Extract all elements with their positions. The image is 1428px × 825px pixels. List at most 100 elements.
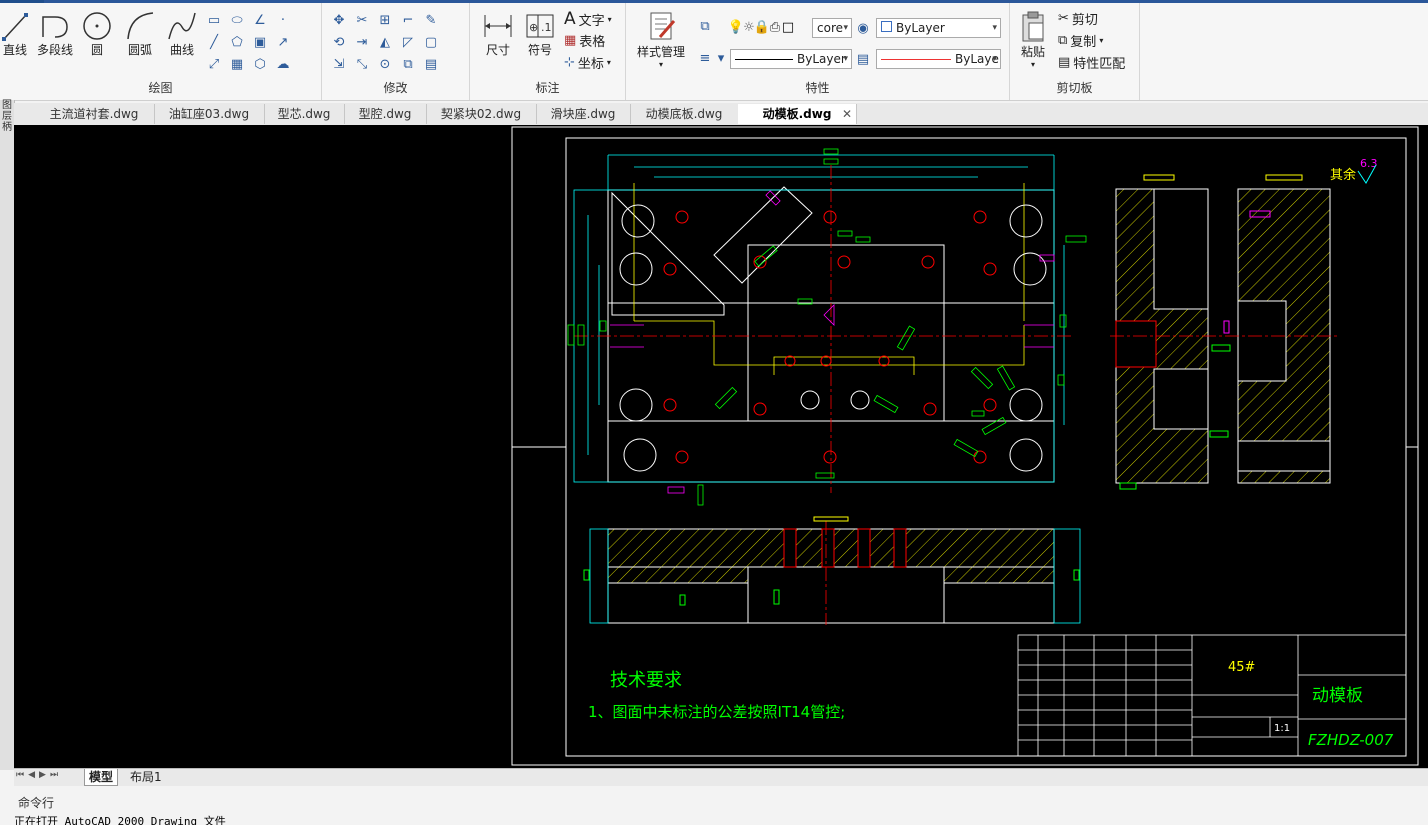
tab-cylinder-seat[interactable]: 油缸座03.dwg	[154, 104, 265, 124]
dimension-tool[interactable]: 尺寸	[480, 11, 516, 58]
svg-text:⊕: ⊕	[529, 21, 538, 34]
boundary-icon[interactable]: ⬡	[251, 55, 269, 73]
copy-objects-icon[interactable]: ⧉	[399, 55, 417, 73]
cut-button[interactable]: ✂ 剪切	[1058, 9, 1098, 28]
modify-small-row-2: ⟲ ⇥ ◭ ◸ ▢	[330, 33, 440, 51]
linetype-dropdown[interactable]: ByLayer ▾	[730, 49, 852, 69]
tech-requirements-note: 1、图面中未标注的公差按照IT14管控;	[588, 703, 845, 721]
draw-small-row-3: ⤢ ▦ ⬡ ☁	[205, 55, 292, 73]
fillet-icon[interactable]: ⌐	[399, 11, 417, 29]
offset-icon[interactable]: ⊙	[376, 55, 394, 73]
stretch-icon[interactable]: ⇲	[330, 55, 348, 73]
layout-nav-arrows-icon[interactable]: ⏮◀▶⏭	[16, 770, 62, 780]
circle-tool[interactable]: 圆	[82, 11, 112, 58]
table-button[interactable]: ▦ 表格	[564, 31, 605, 50]
tab-model[interactable]: 模型	[84, 769, 119, 786]
paste-tool[interactable]: 粘贴 ▾	[1016, 11, 1050, 69]
lineweight-swatch-icon[interactable]: ▤	[854, 50, 872, 68]
properties-icon[interactable]: ▤	[422, 55, 440, 73]
tab-slider-seat[interactable]: 滑块座.dwg	[536, 104, 631, 124]
cad-drawing: 其余 6.3 技术要求 1、图面中未标注的公差按照IT14管控; 45# 动模板…	[511, 126, 1419, 766]
polyline-tool[interactable]: 多段线	[34, 11, 76, 58]
point-icon[interactable]: ·	[274, 11, 292, 29]
close-icon[interactable]: ✕	[842, 104, 852, 124]
strip-char-3: 柄	[2, 122, 12, 133]
color-swatch-icon	[881, 21, 892, 32]
command-history[interactable]: 正在打开 AutoCAD 2000 Drawing 文件	[14, 815, 1428, 825]
match-properties-button[interactable]: ▤ 特性匹配	[1058, 53, 1125, 72]
chevron-down-icon: ▾	[843, 54, 848, 64]
xline-icon[interactable]: ⤢	[205, 55, 223, 73]
arc-tool[interactable]: 圆弧	[124, 11, 156, 58]
polyline-label: 多段线	[36, 43, 73, 57]
layer-dropdown[interactable]: core ▾	[812, 18, 852, 38]
lineweight-dropdown[interactable]: ByLaye ▾	[876, 49, 1001, 69]
ellipse-icon[interactable]: ⬭	[228, 11, 246, 29]
color-wheel-icon[interactable]: ◉	[854, 19, 872, 37]
copy-icon: ⧉	[1058, 33, 1068, 48]
command-line-label: 命令行	[18, 796, 55, 810]
layer-color-swatch-icon: □	[781, 19, 795, 35]
printer-icon[interactable]: ⎙	[769, 18, 781, 36]
part-code: FZHDZ-007	[1308, 731, 1394, 749]
draw-small-row-1: ▭ ⬭ ∠ ·	[205, 11, 292, 29]
linetype-icon[interactable]: ▾	[712, 49, 730, 67]
material-value: 45#	[1228, 660, 1255, 675]
line-tool[interactable]: 直线	[0, 11, 30, 58]
tab-moving-base-plate[interactable]: 动模底板.dwg	[630, 104, 739, 124]
circle-label: 圆	[90, 43, 103, 57]
scissors-icon: ✂	[1058, 11, 1069, 26]
tab-cavity[interactable]: 型腔.dwg	[344, 104, 427, 124]
ray-icon[interactable]: ↗	[274, 33, 292, 51]
color-dropdown[interactable]: ByLayer ▾	[876, 18, 1001, 38]
layout-tab-bar: ⏮◀▶⏭ 模型 布局1	[14, 768, 1428, 786]
spline-icon	[168, 12, 196, 40]
move-icon[interactable]: ✥	[330, 11, 348, 29]
layer-manager-icon[interactable]: ⧉	[696, 17, 714, 35]
draw-group-title: 绘图	[148, 81, 173, 95]
chamfer-icon[interactable]: ◸	[399, 33, 417, 51]
tab-moving-plate[interactable]: 动模板.dwg ✕	[738, 104, 857, 124]
explode-icon[interactable]: ▢	[422, 33, 440, 51]
copy-button[interactable]: ⧉ 复制 ▾	[1058, 31, 1103, 50]
chevron-down-icon: ▾	[992, 23, 997, 33]
mirror-icon[interactable]: ◭	[376, 33, 394, 51]
scale-value: 1:1	[1274, 723, 1290, 734]
style-manager-tool[interactable]: 样式管理 ▾	[632, 11, 690, 69]
tab-wedge-block[interactable]: 契紧块02.dwg	[426, 104, 537, 124]
region-icon[interactable]: ⬠	[228, 33, 246, 51]
construction-line-icon[interactable]: ╱	[205, 33, 223, 51]
array-icon[interactable]: ⊞	[376, 11, 394, 29]
hatch-icon[interactable]: ▦	[228, 55, 246, 73]
rectangle-icon[interactable]: ▭	[205, 11, 223, 29]
layer-palette-strip[interactable]: 图 层 柄	[0, 100, 15, 770]
properties-group-title: 特性	[805, 81, 830, 95]
angle-icon[interactable]: ∠	[251, 11, 269, 29]
bulb-icon[interactable]: 💡	[728, 18, 744, 36]
command-history-line: 正在打开 AutoCAD 2000 Drawing 文件	[14, 815, 226, 825]
tab-layout1[interactable]: 布局1	[126, 769, 166, 785]
plan-view	[567, 148, 1087, 506]
revision-cloud-icon[interactable]: ☁	[274, 55, 292, 73]
arc-icon	[127, 12, 154, 40]
text-button[interactable]: A 文字 ▾	[564, 9, 612, 29]
clipboard-group-title: 剪切板	[1056, 81, 1093, 95]
erase-icon[interactable]: ✎	[422, 11, 440, 29]
extend-icon[interactable]: ⇥	[353, 33, 371, 51]
drawing-canvas[interactable]: 其余 6.3 技术要求 1、图面中未标注的公差按照IT14管控; 45# 动模板…	[14, 125, 1428, 768]
tab-core[interactable]: 型芯.dwg	[264, 104, 345, 124]
tab-main-sprue-bushing[interactable]: 主流道衬套.dwg	[34, 104, 155, 124]
roughness-label: 其余	[1330, 167, 1356, 183]
text-icon: A	[564, 9, 576, 29]
table-icon: ▦	[564, 33, 577, 48]
block-icon[interactable]: ▣	[251, 33, 269, 51]
trim-icon[interactable]: ✂	[353, 11, 371, 29]
lock-icon[interactable]: 🔒	[754, 18, 770, 36]
document-tab-bar: 主流道衬套.dwg 油缸座03.dwg 型芯.dwg 型腔.dwg 契紧块02.…	[14, 103, 1428, 126]
symbol-tool[interactable]: .1 ⊕ 符号	[522, 11, 558, 58]
coord-button[interactable]: ⊹ 坐标 ▾	[564, 53, 611, 72]
command-line-header: 命令行	[14, 793, 1428, 813]
spline-tool[interactable]: 曲线	[166, 11, 198, 58]
rotate-icon[interactable]: ⟲	[330, 33, 348, 51]
scale-icon[interactable]: ⤡	[353, 55, 371, 73]
